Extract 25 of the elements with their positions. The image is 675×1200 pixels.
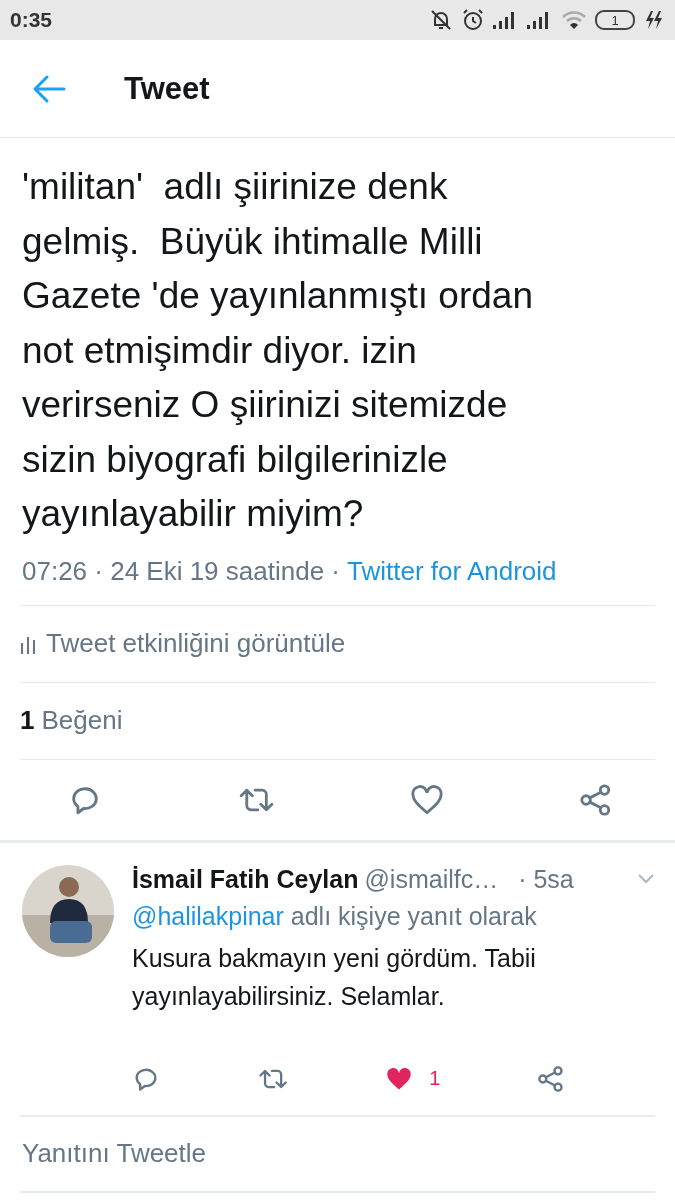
mention-link[interactable]: @halilakpinar	[132, 901, 284, 930]
share-button[interactable]	[578, 782, 613, 817]
reply-text: Kusura bakmayın yeni gördüm. Tabii yayınlayabilirsiniz. Selamlar.	[132, 942, 537, 1012]
source-link[interactable]: Twitter for Android	[347, 555, 557, 587]
alarm-icon	[461, 8, 485, 32]
reply-input[interactable]: Yanıtını Tweetle	[20, 1114, 655, 1193]
like-count: 1	[20, 705, 35, 736]
like-count: 1	[429, 1067, 441, 1090]
tweet-text: 'militan' adlı şiirinize denk gelmiş. Büyük ihtimalle Milli Gazete 'de yayınlanmıştı ordan not etmişimdir diyor. izin verirseniz O şiirinizi sitemizde sizin biyografi bilgilerinizle yayınlayabilir miyim?	[22, 165, 534, 536]
tweet-timestamp: 07:26 · 24 Eki 19 saatinde ·	[22, 555, 340, 587]
likes-label: Beğeni	[41, 705, 123, 736]
like-button[interactable]	[410, 782, 445, 817]
share-button[interactable]	[537, 1064, 565, 1093]
like-button[interactable]: 1	[385, 1064, 441, 1093]
muted-bell-icon	[429, 8, 453, 32]
tweet-activity-link[interactable]: Tweet etkinliğini görüntüle	[46, 628, 346, 659]
wifi-icon	[561, 10, 587, 30]
reply-time: · 5sa	[518, 864, 574, 894]
page-title: Tweet	[124, 70, 210, 107]
status-time: 0:35	[10, 8, 53, 32]
author-name: İsmail Fatih Ceylan	[132, 864, 359, 894]
author-handle: @ismailfc…	[364, 864, 499, 894]
battery-indicator: 1	[595, 10, 635, 30]
charging-icon	[643, 10, 663, 30]
reply-context: adlı kişiye yanıt olarak	[290, 901, 537, 930]
